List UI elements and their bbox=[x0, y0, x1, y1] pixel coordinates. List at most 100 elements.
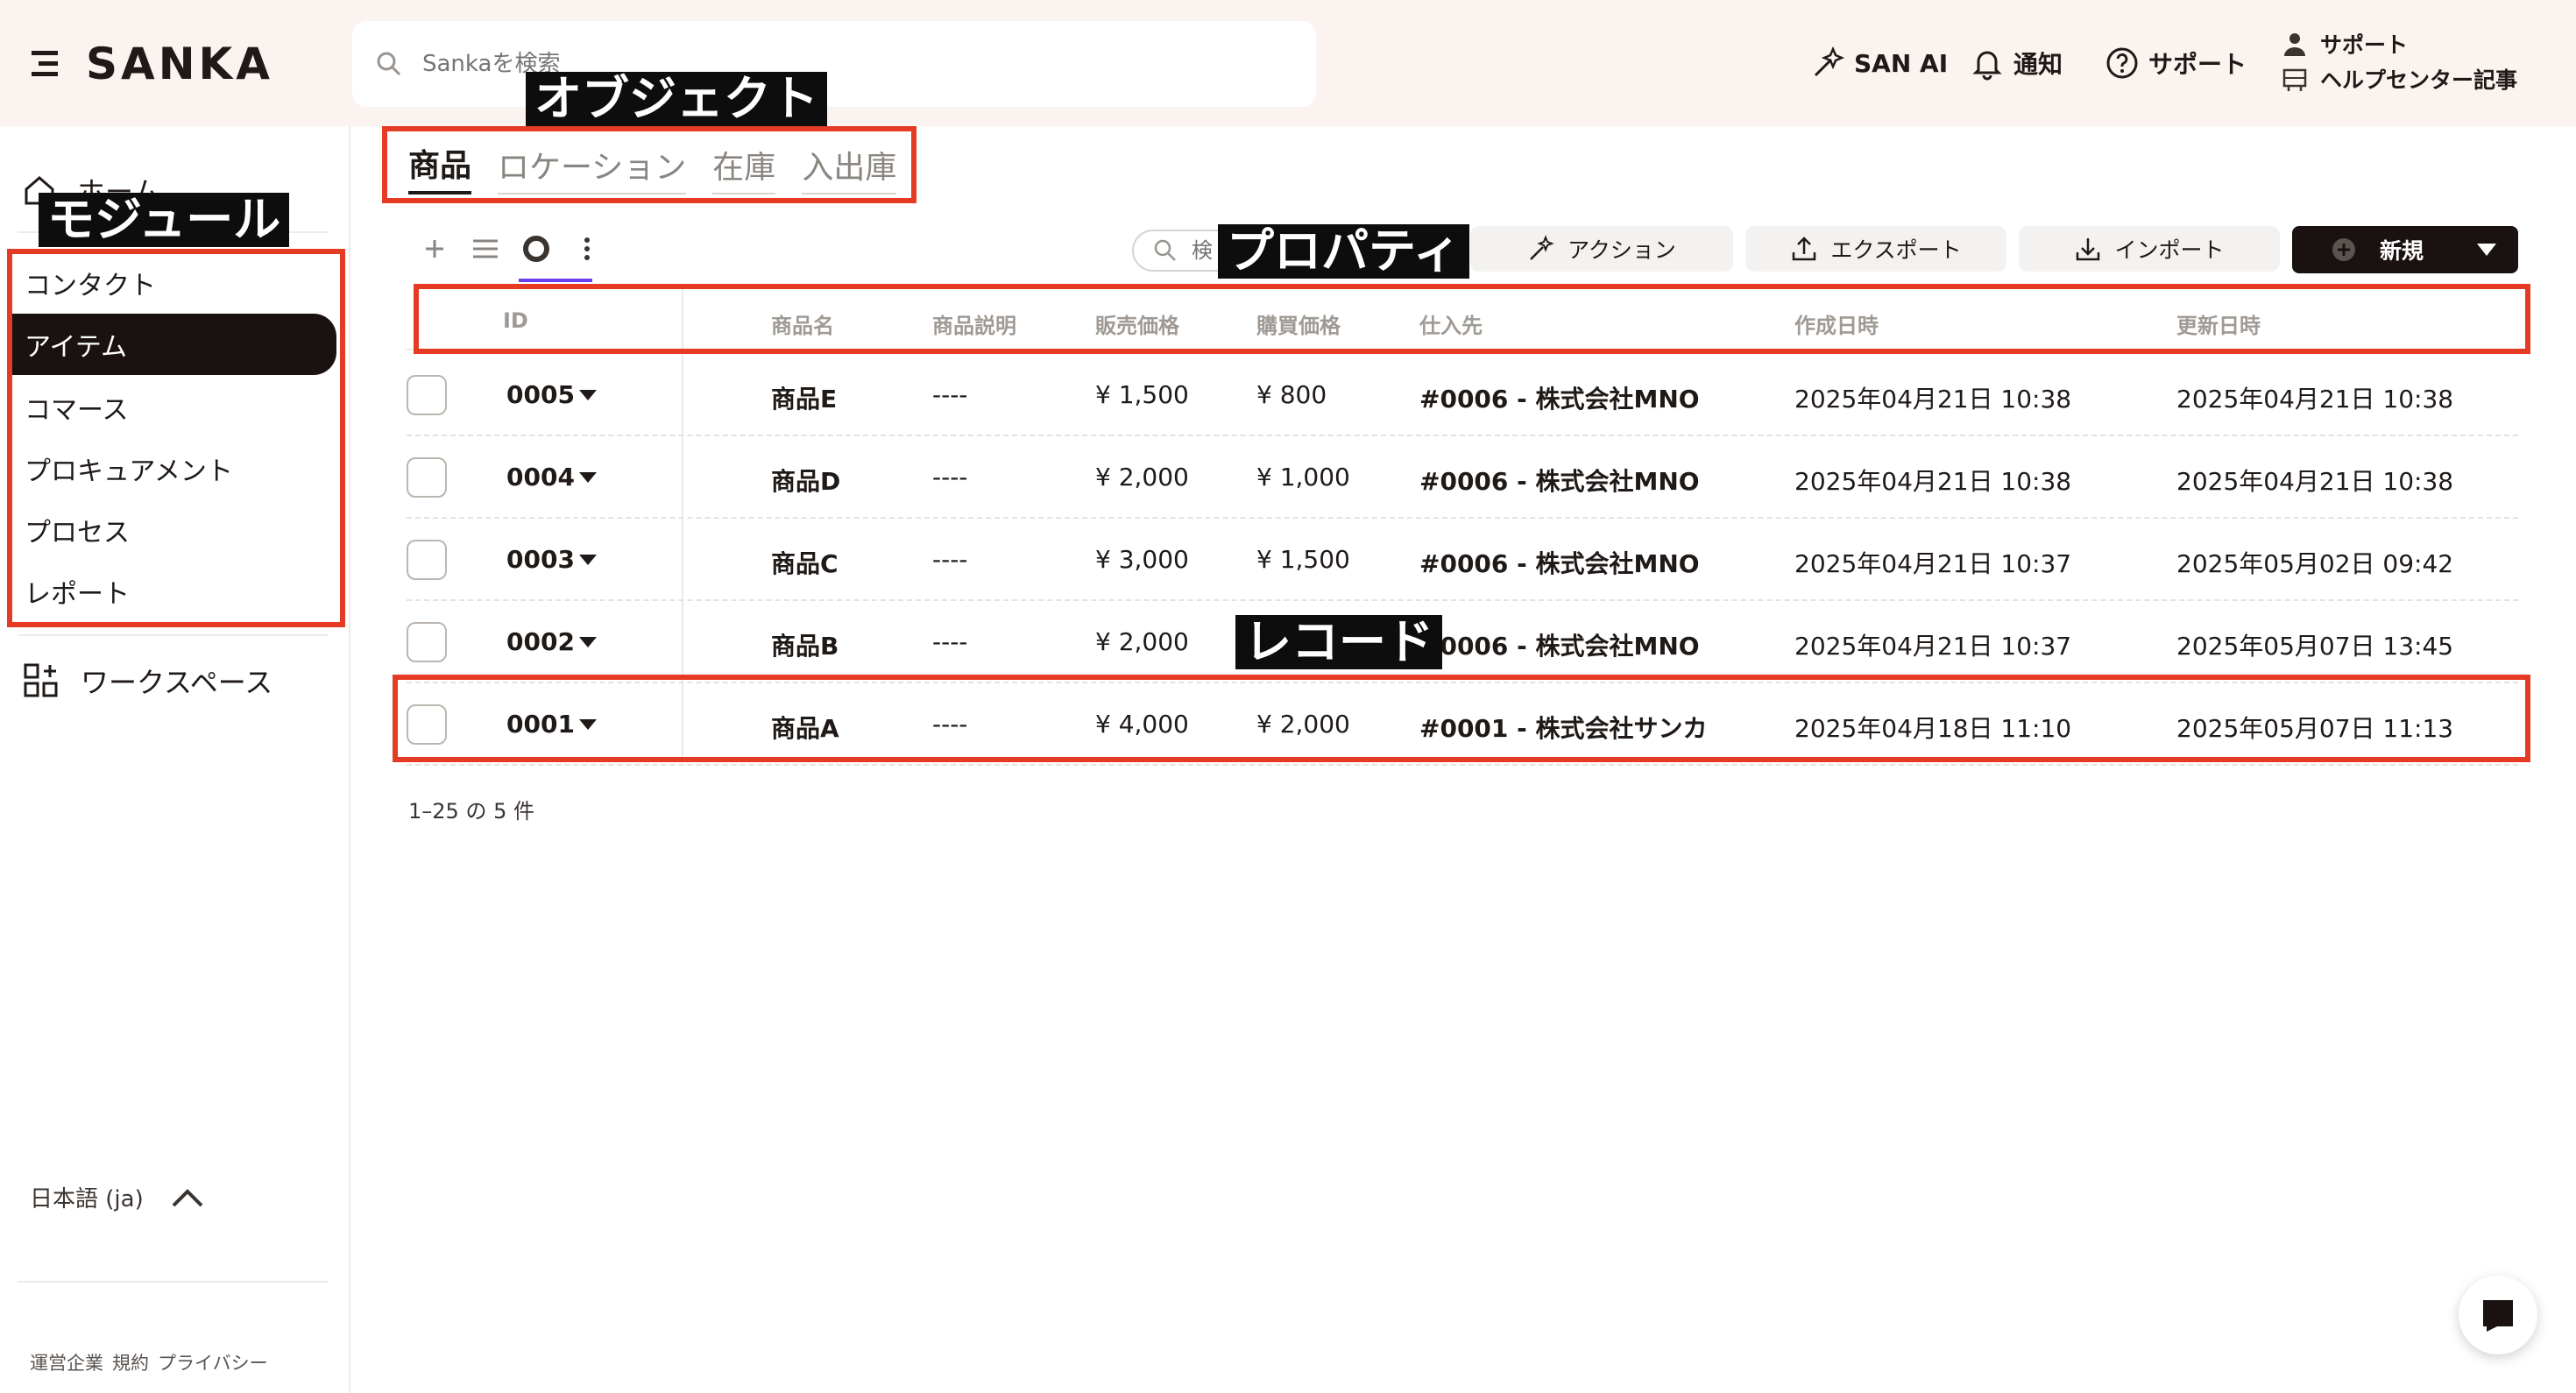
cell-supplier[interactable]: #0006 - 株式会社MNO bbox=[1419, 627, 1700, 662]
san-ai-link[interactable]: SAN AI bbox=[1810, 46, 1948, 81]
annotation-label-module: モジュール bbox=[39, 193, 290, 247]
caret-down-icon[interactable] bbox=[578, 389, 598, 401]
cell-created: 2025年04月21日 10:38 bbox=[1794, 385, 2072, 414]
menu-icon[interactable] bbox=[30, 46, 67, 82]
action-label: アクション bbox=[1568, 237, 1676, 263]
cell-description: ---- bbox=[932, 380, 968, 409]
annotation-label-record: レコード bbox=[1235, 615, 1442, 669]
help-center-label: ヘルプセンター記事 bbox=[2320, 67, 2518, 93]
sidebar-divider bbox=[18, 1281, 328, 1283]
table-row[interactable]: 0005 商品E ---- ¥ 1,500 ¥ 800 #0006 - 株式会社… bbox=[407, 354, 2518, 436]
help-center-icon bbox=[2282, 66, 2308, 92]
footer-links: 運営企業 規約 プライバシー bbox=[30, 1349, 277, 1375]
caret-down-icon[interactable] bbox=[578, 471, 598, 484]
cell-name[interactable]: 商品D bbox=[771, 463, 840, 498]
logo[interactable]: SANKA bbox=[30, 39, 273, 89]
import-button[interactable]: インポート bbox=[2019, 226, 2280, 272]
table-row[interactable]: 0003 商品C ---- ¥ 3,000 ¥ 1,500 #0006 - 株式… bbox=[407, 519, 2518, 601]
cell-description: ---- bbox=[932, 627, 968, 656]
cell-created: 2025年04月21日 10:37 bbox=[1794, 632, 2072, 661]
bell-icon bbox=[1970, 46, 2005, 81]
cell-created: 2025年04月21日 10:38 bbox=[1794, 467, 2072, 496]
cell-sell-price: ¥ 2,000 bbox=[1095, 627, 1189, 656]
footer-link-terms[interactable]: 規約 bbox=[112, 1353, 149, 1374]
cell-description: ---- bbox=[932, 545, 968, 574]
plus-circle-icon bbox=[2331, 237, 2357, 263]
cell-id[interactable]: 0005 bbox=[506, 380, 575, 409]
row-checkbox[interactable] bbox=[407, 375, 447, 415]
row-checkbox[interactable] bbox=[407, 540, 447, 580]
plus-icon[interactable] bbox=[419, 233, 450, 265]
caret-down-icon[interactable] bbox=[578, 554, 598, 566]
support-item-label: サポート bbox=[2320, 32, 2409, 58]
caret-down-icon[interactable] bbox=[2474, 241, 2499, 258]
footer-link-privacy[interactable]: プライバシー bbox=[158, 1353, 268, 1374]
search-icon bbox=[1153, 238, 1178, 263]
support-menu: サポート ヘルプセンター記事 bbox=[2282, 26, 2517, 96]
cell-updated: 2025年04月21日 10:38 bbox=[2176, 385, 2454, 414]
search-icon bbox=[375, 50, 403, 78]
cell-sell-price: ¥ 2,000 bbox=[1095, 463, 1189, 491]
person-icon bbox=[2282, 31, 2308, 57]
cell-updated: 2025年05月02日 09:42 bbox=[2176, 549, 2454, 578]
cell-buy-price: ¥ 1,500 bbox=[1256, 545, 1350, 574]
annotation-label-object: オブジェクト bbox=[526, 72, 827, 126]
language-selector[interactable]: 日本語 (ja) bbox=[30, 1181, 205, 1213]
row-checkbox[interactable] bbox=[407, 457, 447, 498]
list-icon[interactable] bbox=[470, 233, 501, 265]
magic-wand-icon bbox=[1527, 235, 1555, 263]
logo-text: SANKA bbox=[86, 39, 273, 89]
chevron-up-icon bbox=[170, 1186, 205, 1209]
cell-name[interactable]: 商品C bbox=[771, 545, 839, 580]
table-row[interactable]: 0002 商品B ---- ¥ 2,000 #0006 - 株式会社MNO 20… bbox=[407, 601, 2518, 683]
new-record-button[interactable]: 新規 bbox=[2292, 226, 2518, 273]
san-ai-label: SAN AI bbox=[1854, 48, 1949, 78]
magic-wand-icon bbox=[1810, 46, 1845, 81]
cell-id[interactable]: 0003 bbox=[506, 545, 575, 574]
annotation-label-property: プロパティ bbox=[1218, 224, 1469, 279]
notifications-link[interactable]: 通知 bbox=[1970, 46, 2063, 81]
cell-id[interactable]: 0004 bbox=[506, 463, 575, 491]
annotation-box-module bbox=[7, 249, 345, 627]
pagination-summary: 1–25 の 5 件 bbox=[408, 799, 534, 824]
sidebar-item-workspace[interactable]: ワークスペース bbox=[23, 661, 272, 701]
sidebar-item-workspace-label: ワークスペース bbox=[81, 666, 273, 699]
view-toolbar bbox=[419, 233, 622, 265]
support-label: サポート bbox=[2148, 50, 2247, 79]
annotation-box-record bbox=[393, 675, 2530, 762]
support-item[interactable]: サポート bbox=[2282, 26, 2517, 61]
table-row[interactable]: 0004 商品D ---- ¥ 2,000 ¥ 1,000 #0006 - 株式… bbox=[407, 436, 2518, 519]
cell-description: ---- bbox=[932, 463, 968, 491]
sidebar-divider bbox=[18, 634, 328, 636]
help-center-item[interactable]: ヘルプセンター記事 bbox=[2282, 61, 2517, 96]
cell-name[interactable]: 商品E bbox=[771, 380, 837, 415]
top-header: SANKA SAN AI 通知 サポート サポート bbox=[0, 0, 2576, 126]
action-button[interactable]: アクション bbox=[1470, 226, 1733, 272]
annotation-box-property bbox=[414, 284, 2530, 354]
import-label: インポート bbox=[2114, 237, 2225, 263]
cell-updated: 2025年04月21日 10:38 bbox=[2176, 467, 2454, 496]
cell-updated: 2025年05月07日 13:45 bbox=[2176, 632, 2454, 661]
cell-supplier[interactable]: #0006 - 株式会社MNO bbox=[1419, 463, 1700, 498]
global-search[interactable] bbox=[352, 21, 1316, 107]
cell-supplier[interactable]: #0006 - 株式会社MNO bbox=[1419, 545, 1700, 580]
cell-id[interactable]: 0002 bbox=[506, 627, 575, 656]
notifications-label: 通知 bbox=[2013, 50, 2063, 79]
cell-buy-price: ¥ 800 bbox=[1256, 380, 1327, 409]
more-vertical-icon[interactable] bbox=[571, 233, 603, 265]
new-record-label: 新規 bbox=[2380, 238, 2424, 264]
chat-launcher[interactable] bbox=[2459, 1276, 2537, 1354]
export-button[interactable]: エクスポート bbox=[1745, 226, 2006, 272]
row-checkbox[interactable] bbox=[407, 622, 447, 662]
cell-name[interactable]: 商品B bbox=[771, 627, 839, 662]
annotation-box-object bbox=[382, 126, 916, 203]
download-icon bbox=[2074, 235, 2102, 263]
caret-down-icon[interactable] bbox=[578, 636, 598, 648]
export-label: エクスポート bbox=[1830, 237, 1962, 263]
cell-supplier[interactable]: #0006 - 株式会社MNO bbox=[1419, 380, 1700, 415]
circle-view-icon[interactable] bbox=[520, 233, 552, 265]
cell-created: 2025年04月21日 10:37 bbox=[1794, 549, 2072, 578]
support-link[interactable]: サポート bbox=[2105, 46, 2247, 81]
active-view-indicator bbox=[519, 279, 592, 282]
footer-link-company[interactable]: 運営企業 bbox=[30, 1353, 103, 1374]
